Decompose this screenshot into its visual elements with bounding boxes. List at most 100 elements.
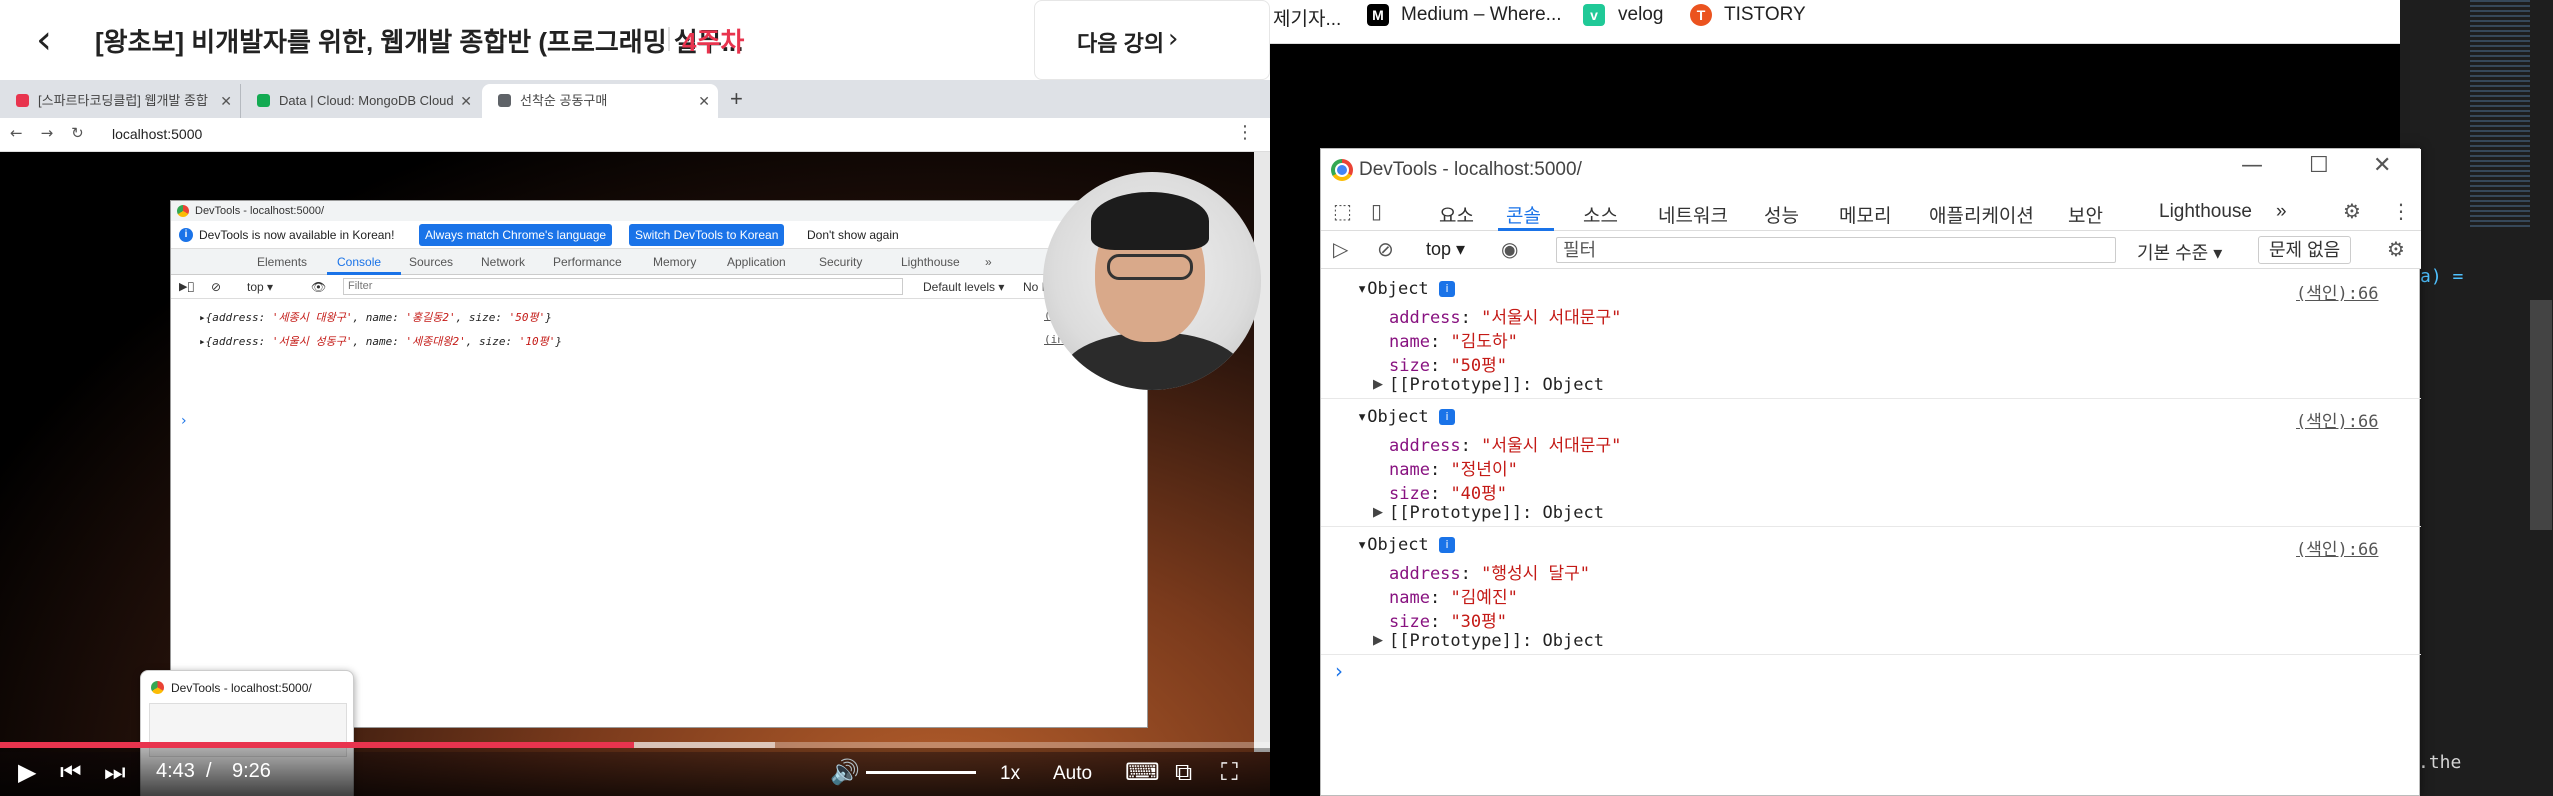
video-player[interactable]: [스파르타코딩클럽] 웹개발 종합 ✕ Data | Cloud: MongoD… (0, 80, 1270, 796)
close-icon[interactable]: ✕ (220, 84, 232, 118)
object-header[interactable]: ▾Object (1357, 407, 1429, 427)
console-settings-gear-icon[interactable]: ⚙ (2387, 237, 2405, 261)
console-object-entry[interactable]: ▾Object i (색인):66 address: "서울시 서대문구" na… (1321, 271, 2421, 399)
object-prototype[interactable]: [[Prototype]]: Object (1389, 375, 1604, 395)
pip-icon[interactable]: ⧉ (1175, 760, 1192, 784)
tab-network[interactable]: Network (481, 255, 525, 269)
inner-tab[interactable]: [스파르타코딩클럽] 웹개발 종합 ✕ (0, 84, 240, 118)
object-property: size: "40평" (1389, 484, 1508, 504)
tab-sources[interactable]: Sources (409, 255, 453, 269)
maximize-icon[interactable]: ☐ (2309, 153, 2329, 178)
tab-security[interactable]: 보안 (2068, 201, 2103, 228)
expand-triangle-icon[interactable]: ▶ (1373, 377, 1383, 392)
tab-elements[interactable]: Elements (257, 255, 307, 269)
log-levels-select[interactable]: Default levels ▾ (923, 280, 1004, 294)
device-toolbar-icon[interactable]: ▯ (1371, 199, 1382, 223)
back-chevron-icon[interactable]: ‹ (36, 20, 52, 60)
dont-show-again-button[interactable]: Don't show again (801, 224, 905, 246)
new-tab-icon[interactable]: + (730, 86, 743, 112)
minimize-icon[interactable]: — (2241, 153, 2263, 178)
info-icon: i (1439, 281, 1455, 297)
sidebar-toggle-icon[interactable]: ▶⃞ (179, 280, 194, 293)
object-header[interactable]: ▾Object (1357, 279, 1429, 299)
inner-tab-active[interactable]: 선착순 공동구매 ✕ (482, 84, 718, 118)
tab-network[interactable]: 네트워크 (1658, 201, 1728, 228)
tab-application[interactable]: 애플리케이션 (1929, 201, 2034, 228)
match-language-button[interactable]: Always match Chrome's language (419, 224, 613, 246)
switch-korean-button[interactable]: Switch DevTools to Korean (629, 224, 785, 246)
chevron-right-icon[interactable]: › (1168, 24, 1178, 54)
log-level-select[interactable]: 기본 수준 ▾ (2137, 239, 2222, 265)
volume-icon[interactable]: 🔊 (830, 760, 860, 784)
inspect-element-icon[interactable]: ⬚ (1333, 199, 1352, 223)
context-select[interactable]: top ▾ (1426, 239, 1465, 260)
console-prompt-icon[interactable]: › (1335, 659, 1343, 683)
expand-triangle-icon[interactable]: ▶ (1373, 633, 1383, 648)
issues-button[interactable]: 문제 없음 (2258, 236, 2352, 264)
object-property: address: "서울시 서대문구" (1389, 436, 1622, 456)
expand-triangle-icon[interactable]: ▶ (1373, 505, 1383, 520)
skip-back-icon[interactable]: ⏮ (60, 760, 82, 784)
devtools-panel-tabs: ⬚ ▯ 요소 콘솔 소스 네트워크 성능 메모리 애플리케이션 보안 Light… (1321, 191, 2421, 231)
tab-memory[interactable]: 메모리 (1839, 201, 1891, 228)
tab-performance[interactable]: Performance (553, 255, 622, 269)
console-source-link[interactable]: (색인):66 (2296, 279, 2378, 304)
close-icon[interactable]: ✕ (698, 84, 710, 118)
tab-elements[interactable]: 요소 (1439, 201, 1474, 228)
tab-security[interactable]: Security (819, 255, 862, 269)
tab-console[interactable]: 콘솔 (1506, 201, 1541, 228)
bookmark-item[interactable]: Medium – Where... (1401, 4, 1562, 26)
console-object-entry[interactable]: ▾Object i (색인):66 address: "행성시 달구" name… (1321, 527, 2421, 655)
more-tabs-icon[interactable]: » (2276, 201, 2287, 223)
tab-sources[interactable]: 소스 (1583, 201, 1618, 228)
inner-scrollbar (1254, 152, 1270, 752)
quality-select[interactable]: Auto (1053, 763, 1092, 785)
console-source-link[interactable]: (색인):66 (2296, 535, 2378, 560)
console-object-entry[interactable]: ▾Object i (색인):66 address: "서울시 서대문구" na… (1321, 399, 2421, 527)
fullscreen-icon[interactable]: ⛶ (1221, 760, 1238, 784)
console-source-link[interactable]: (색인):66 (2296, 407, 2378, 432)
kebab-menu-icon[interactable]: ⋮ (2391, 199, 2411, 223)
info-icon: i (1439, 537, 1455, 553)
settings-gear-icon[interactable]: ⚙ (2343, 199, 2361, 223)
bookmark-item[interactable]: velog (1618, 4, 1663, 26)
next-lesson-label[interactable]: 다음 강의 (1077, 26, 1164, 58)
bookmark-item[interactable]: TISTORY (1724, 4, 1806, 26)
object-prototype[interactable]: [[Prototype]]: Object (1389, 503, 1604, 523)
play-icon[interactable]: ▶ (18, 760, 36, 784)
tab-console[interactable]: Console (337, 255, 381, 269)
tab-lighthouse[interactable]: Lighthouse (901, 255, 960, 269)
kebab-menu-icon[interactable]: ⋮ (1236, 122, 1254, 143)
console-filter-input[interactable]: Filter (343, 278, 903, 295)
console-sidebar-icon[interactable]: ▷ (1333, 237, 1348, 261)
playback-speed[interactable]: 1x (1000, 763, 1020, 785)
tab-application[interactable]: Application (727, 255, 786, 269)
skip-forward-icon[interactable]: ⏭ (104, 760, 126, 784)
clear-console-icon[interactable]: ⊘ (211, 280, 221, 294)
volume-slider[interactable] (866, 771, 976, 774)
close-icon[interactable]: ✕ (460, 84, 472, 118)
tab-lighthouse[interactable]: Lighthouse (2159, 201, 2252, 223)
console-log-line[interactable]: ▸{address: '서울시 성동구', name: '세종대왕2', siz… (199, 333, 562, 349)
editor-scrollbar[interactable] (2530, 300, 2552, 530)
eye-icon[interactable]: ◉ (1501, 237, 1518, 261)
console-prompt-icon[interactable]: › (181, 413, 187, 429)
inner-url[interactable]: localhost:5000 (112, 126, 202, 142)
object-prototype[interactable]: [[Prototype]]: Object (1389, 631, 1604, 651)
inner-tab[interactable]: Data | Cloud: MongoDB Cloud ✕ (240, 84, 480, 118)
eye-icon[interactable]: 👁 (311, 280, 326, 294)
subtitles-icon[interactable]: ⌨ (1125, 760, 1160, 784)
clear-console-icon[interactable]: ⊘ (1377, 237, 1394, 261)
tab-memory[interactable]: Memory (653, 255, 696, 269)
more-tabs-icon[interactable]: » (985, 255, 992, 269)
close-icon[interactable]: ✕ (2373, 153, 2391, 178)
object-header[interactable]: ▾Object (1357, 535, 1429, 555)
context-select[interactable]: top ▾ (247, 280, 273, 294)
console-filter-input[interactable]: 필터 (1556, 237, 2116, 263)
console-log-line[interactable]: ▸{address: '세종시 대왕구', name: '홍길동2', size… (199, 309, 552, 325)
nav-arrows-icon[interactable]: ←→↻ (10, 124, 102, 142)
inner-tab-label: [스파르타코딩클럽] 웹개발 종합 (38, 93, 208, 108)
tab-performance[interactable]: 성능 (1764, 201, 1799, 228)
bookmark-item[interactable]: 제기자... (1273, 4, 1341, 31)
editor-code-fragment: a) = (2420, 266, 2464, 287)
